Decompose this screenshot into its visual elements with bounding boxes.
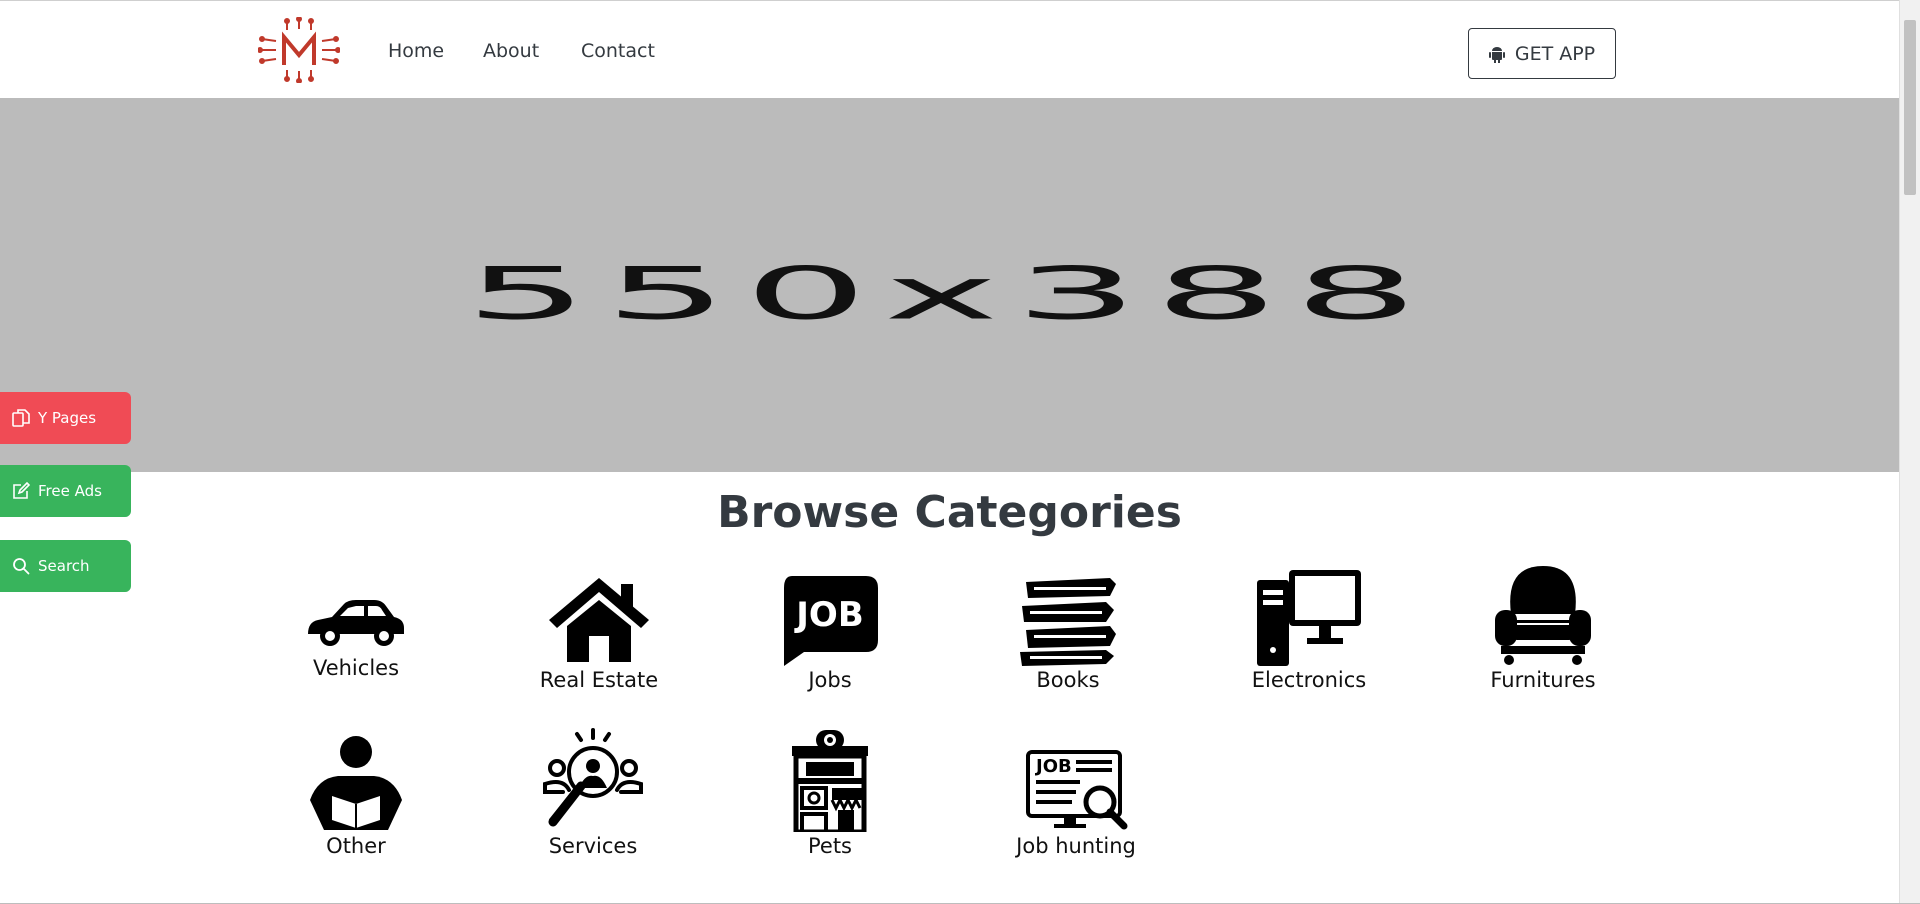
category-books[interactable]: Books <box>978 578 1158 692</box>
navbar: Home About Contact GET APP <box>0 1 1899 97</box>
category-other[interactable]: Other <box>266 736 446 858</box>
category-label: Jobs <box>808 668 852 692</box>
reader-icon <box>310 736 402 830</box>
y-pages-button[interactable]: Y Pages <box>0 392 131 444</box>
category-label: Other <box>326 834 386 858</box>
section-title: Browse Categories <box>717 487 1182 538</box>
category-label: Vehicles <box>312 656 400 680</box>
svg-text:JOB: JOB <box>794 595 863 635</box>
search-icon <box>13 558 30 575</box>
category-vehicles[interactable]: Vehicles <box>266 582 446 680</box>
job-bubble-icon: JOB <box>784 576 878 666</box>
user-search-icon <box>543 728 643 827</box>
books-icon <box>1020 578 1116 666</box>
computer-icon <box>1257 570 1361 666</box>
job-search-icon: JOB <box>1026 750 1128 830</box>
android-icon <box>1488 46 1505 63</box>
get-app-label: GET APP <box>1514 42 1596 65</box>
category-label: Books <box>1036 668 1100 692</box>
armchair-icon <box>1495 566 1591 665</box>
category-pets[interactable]: Pets <box>740 730 920 858</box>
search-button[interactable]: Search <box>0 540 131 592</box>
hero-banner: 550x388 <box>0 98 1899 472</box>
search-label: Search <box>38 557 90 575</box>
category-label: Furnitures <box>1490 668 1596 692</box>
category-label: Pets <box>807 834 852 858</box>
get-app-button[interactable]: GET APP <box>1468 28 1616 79</box>
nav-contact[interactable]: Contact <box>581 40 655 62</box>
banner-placeholder-text: 550x388 <box>464 251 1434 336</box>
page: Home About Contact GET APP 550x388 Brows… <box>0 0 1899 904</box>
vertical-scrollbar[interactable] <box>1899 0 1920 904</box>
scrollbar-thumb[interactable] <box>1904 20 1916 195</box>
car-icon <box>308 600 404 646</box>
category-label: Job hunting <box>1016 834 1136 858</box>
category-real-estate[interactable]: Real Estate <box>509 578 689 692</box>
category-electronics[interactable]: Electronics <box>1219 570 1399 692</box>
nav-home[interactable]: Home <box>388 40 444 62</box>
copy-icon <box>12 409 30 427</box>
category-label: Real Estate <box>539 668 659 692</box>
logo-icon[interactable] <box>258 17 340 83</box>
category-label: Services <box>548 834 638 858</box>
category-furnitures[interactable]: Furnitures <box>1453 566 1633 692</box>
nav-about[interactable]: About <box>483 40 539 62</box>
house-icon <box>549 578 649 662</box>
category-job-hunting[interactable]: JOB Job hunting <box>986 750 1166 858</box>
category-services[interactable]: Services <box>503 728 683 858</box>
category-label: Electronics <box>1251 668 1367 692</box>
svg-text:JOB: JOB <box>1034 756 1072 777</box>
pet-shop-icon <box>792 730 868 832</box>
free-ads-button[interactable]: Free Ads <box>0 465 131 517</box>
y-pages-label: Y Pages <box>38 409 97 427</box>
free-ads-label: Free Ads <box>38 482 102 500</box>
category-jobs[interactable]: JOB Jobs <box>740 576 920 692</box>
edit-icon <box>13 482 30 499</box>
